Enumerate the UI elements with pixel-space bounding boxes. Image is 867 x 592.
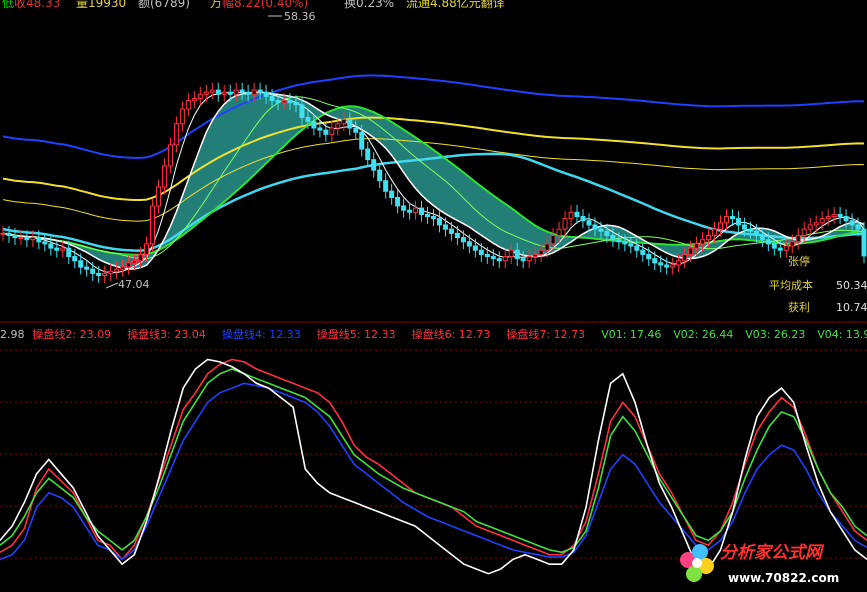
avg-cost-label: 平均成本 [769, 278, 813, 292]
header-item-0: 低 [2, 0, 14, 10]
header-item-5: 幅8.22(0.40%) [222, 0, 308, 10]
header-item-4: 万 [210, 0, 222, 10]
legend-item-9: V03: 26.23 [745, 328, 805, 341]
legend-item-1: 操盘线2: 23.09 [32, 327, 111, 341]
header-item-6: 换0.23% [344, 0, 394, 10]
header-item-1: 收48.33 [14, 0, 60, 10]
high-price-label: 58.36 [284, 10, 316, 23]
legend-item-10: V04: 13.95 [817, 328, 867, 341]
legend-item-2: 操盘线3: 23.04 [127, 327, 206, 341]
quote-header: 低收48.33 量19930 额(6789) 万幅8.22(0.40%) 换0.23% 流… [2, 0, 505, 10]
profit-value: 10.74 [836, 301, 867, 314]
chart-background [0, 0, 867, 592]
legend-item-0: 2.98 [0, 328, 25, 341]
legend-item-8: V02: 26.44 [673, 328, 733, 341]
watermark-sub: www.70822.com [728, 571, 839, 585]
header-item-7: 流通4.88亿元翻译 [406, 0, 505, 10]
header-item-3: 额(6789) [138, 0, 190, 10]
profit-label: 获利 [788, 301, 810, 314]
legend-item-5: 操盘线6: 12.73 [412, 327, 491, 341]
low-price-label: 47.04 [118, 278, 150, 291]
candle [149, 198, 155, 252]
legend-item-3: 操盘线4: 12.33 [222, 327, 301, 341]
header-item-2: 量19930 [76, 0, 126, 10]
legend-item-4: 操盘线5: 12.33 [317, 327, 396, 341]
limit-up-label: 张停 [788, 254, 810, 268]
watermark-main: 分析家公式网 [720, 543, 825, 563]
stock-chart: 低收48.33 量19930 额(6789) 万幅8.22(0.40%) 换0.23% 流… [0, 0, 867, 592]
avg-cost-value: 50.34 [836, 279, 867, 292]
legend-item-6: 操盘线7: 12.73 [506, 327, 585, 341]
legend-item-7: V01: 17.46 [601, 328, 661, 341]
